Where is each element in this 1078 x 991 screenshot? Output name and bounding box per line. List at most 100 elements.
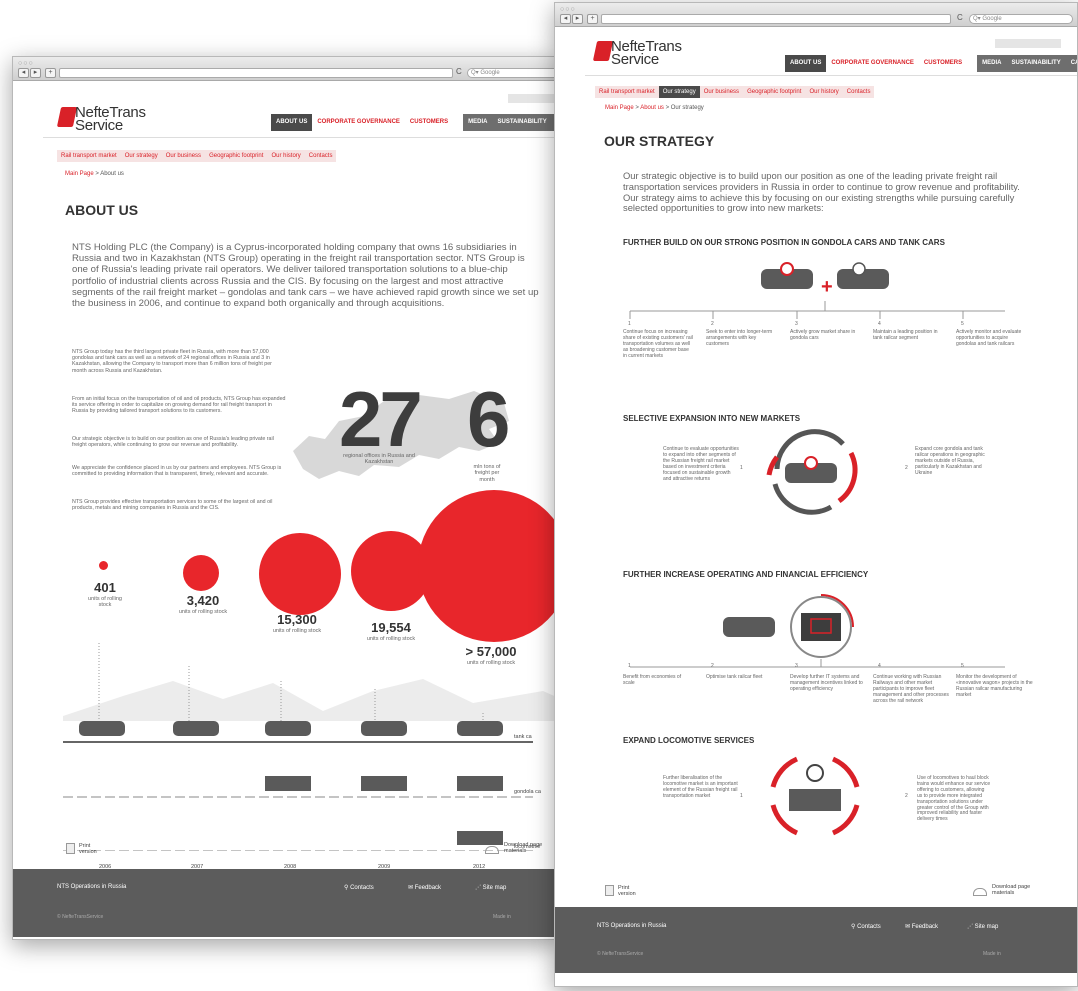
footer-copyright: © NefteTransService <box>57 914 104 920</box>
s3-step-3: Develop further IT systems and managemen… <box>790 674 863 692</box>
site-search-input[interactable] <box>995 39 1061 48</box>
window-controls[interactable]: ○○○ <box>560 6 576 13</box>
breadcrumb-home[interactable]: Main Page <box>65 171 94 177</box>
add-bookmark-button[interactable]: + <box>45 68 56 78</box>
page-title: OUR STRATEGY <box>604 133 715 149</box>
subnav-business[interactable]: Our business <box>700 86 743 98</box>
footer-feedback-link[interactable]: ✉ Feedback <box>905 923 938 930</box>
download-icon[interactable] <box>973 888 987 896</box>
footer-sitemap-link[interactable]: ⋰ Site map <box>475 884 506 891</box>
print-version-link[interactable]: Print version <box>618 885 638 897</box>
site-search-input[interactable] <box>508 94 559 103</box>
subnav-geography[interactable]: Geographic footprint <box>743 86 805 98</box>
site-logo[interactable]: NefteTrans Service <box>75 105 146 133</box>
subnav-history[interactable]: Our history <box>805 86 842 98</box>
nav-customers[interactable]: Customers <box>405 114 453 131</box>
breadcrumb-home[interactable]: Main Page <box>605 105 634 111</box>
s4-number-1: 1 <box>740 793 743 799</box>
s2-right-text: Expand core gondola and tank railcar ope… <box>915 446 985 476</box>
intro-text: NTS Holding PLC (the Company) is a Cypru… <box>72 242 539 310</box>
site-logo[interactable]: NefteTrans Service <box>611 39 682 67</box>
breadcrumb-separator: > <box>665 105 670 111</box>
subnav-history[interactable]: Our history <box>267 150 304 162</box>
nav-career[interactable]: Career <box>1065 55 1077 72</box>
print-version-link[interactable]: Print version <box>79 843 99 855</box>
download-icon[interactable] <box>485 846 499 854</box>
fleet-unit-2007: units of rolling stock <box>178 609 228 615</box>
footer-contacts-link[interactable]: ⚲ Contacts <box>851 923 881 930</box>
efficiency-illustration <box>630 594 1005 668</box>
subnav-strategy[interactable]: Our strategy <box>658 86 700 98</box>
fleet-unit-2006: units of rolling stock <box>88 596 122 609</box>
print-icon[interactable] <box>605 885 614 896</box>
fleet-circle-2008 <box>259 533 341 615</box>
forward-button[interactable]: ▸ <box>30 68 41 78</box>
nav-media[interactable]: Media <box>463 114 493 131</box>
subnav-business[interactable]: Our business <box>162 150 205 162</box>
browser-window-strategy: ○○○ ◂ ▸ + C Q▾ Google NefteTrans Service… <box>554 2 1078 987</box>
subnav-strategy[interactable]: Our strategy <box>121 150 162 162</box>
body-paragraph-2: From an initial focus on the transportat… <box>72 396 286 415</box>
nav-about-us[interactable]: About us <box>785 55 827 72</box>
breadcrumb-separator: > <box>635 105 639 111</box>
fleet-circle-2007 <box>183 555 219 591</box>
footer-sitemap-link[interactable]: ⋰ Site map <box>967 923 998 930</box>
nav-sustainability[interactable]: Sustainability <box>1006 55 1066 72</box>
step-number-5: 5 <box>961 321 964 327</box>
footer-sitemap-label: Site map <box>482 885 507 891</box>
address-bar[interactable] <box>59 68 453 78</box>
forward-button[interactable]: ▸ <box>572 14 583 24</box>
footer-operations-link[interactable]: NTS Operations in Russia <box>57 884 126 890</box>
s3-step-5: Monitor the development of «innovative w… <box>956 674 1033 698</box>
window-controls[interactable]: ○○○ <box>18 60 34 67</box>
footer-copyright: © NefteTransService <box>597 951 644 957</box>
subnav-contacts[interactable]: Contacts <box>843 86 875 98</box>
nav-media[interactable]: Media <box>977 55 1007 72</box>
footer-made-in: Made in <box>983 951 1001 957</box>
subnav-contacts[interactable]: Contacts <box>305 150 337 162</box>
divider <box>585 75 1077 76</box>
footer-feedback-label: Feedback <box>911 924 939 930</box>
nav-corporate-governance[interactable]: Corporate Governance <box>826 55 919 72</box>
nav-about-us[interactable]: About us <box>271 114 313 131</box>
fleet-value-2007: 3,420 <box>186 593 220 608</box>
reload-icon[interactable]: C <box>456 67 462 76</box>
body-paragraph-5: NTS Group provides effective transportat… <box>72 499 273 512</box>
s3-number-1: 1 <box>628 663 631 669</box>
search-placeholder: Google <box>982 16 1002 22</box>
intro-text: Our strategic objective is to build upon… <box>623 170 1020 214</box>
footer-contacts-link[interactable]: ⚲ Contacts <box>344 884 374 891</box>
subnav-geography[interactable]: Geographic footprint <box>205 150 267 162</box>
reload-icon[interactable]: C <box>957 13 963 22</box>
subnav-rail-market[interactable]: Rail transport market <box>595 86 659 98</box>
print-icon[interactable] <box>66 843 75 854</box>
footer-feedback-link[interactable]: ✉ Feedback <box>408 884 441 891</box>
search-placeholder: Google <box>480 70 500 76</box>
breadcrumb: Main Page > About us > Our strategy <box>605 105 704 111</box>
add-bookmark-button[interactable]: + <box>587 14 598 24</box>
breadcrumb-separator: > <box>95 171 99 177</box>
nav-sustainability[interactable]: Sustainability <box>492 114 552 131</box>
back-button[interactable]: ◂ <box>560 14 571 24</box>
s4-right-text: Use of locomotives to haul block trains … <box>917 775 991 823</box>
stat-freight-caption: mln tons of freight per month <box>473 464 501 483</box>
subnav-rail-market[interactable]: Rail transport market <box>57 150 121 162</box>
s2-number-2: 2 <box>905 465 908 471</box>
nav-corporate-governance[interactable]: Corporate Governance <box>312 114 405 131</box>
browser-toolbar: ○○○ ◂ ▸ + C Q▾ Google <box>13 57 559 81</box>
search-field[interactable]: Q▾ Google <box>467 68 559 78</box>
breadcrumb-about[interactable]: About us <box>640 105 664 111</box>
search-field[interactable]: Q▾ Google <box>969 14 1073 24</box>
divider <box>43 137 559 138</box>
download-materials-link[interactable]: Download page materials <box>504 842 550 854</box>
site-footer: NTS Operations in Russia ⚲ Contacts ✉ Fe… <box>555 907 1077 973</box>
back-button[interactable]: ◂ <box>18 68 29 78</box>
address-bar[interactable] <box>601 14 951 24</box>
s1-step-1: Continue focus on increasing share of ex… <box>623 329 693 359</box>
download-materials-link[interactable]: Download page materials <box>992 884 1038 896</box>
fleet-circle-2012 <box>418 490 559 642</box>
footer-operations-link[interactable]: NTS Operations in Russia <box>597 923 666 929</box>
nav-customers[interactable]: Customers <box>919 55 967 72</box>
s3-number-2: 2 <box>711 663 714 669</box>
fleet-value-2006: 401 <box>94 580 116 595</box>
